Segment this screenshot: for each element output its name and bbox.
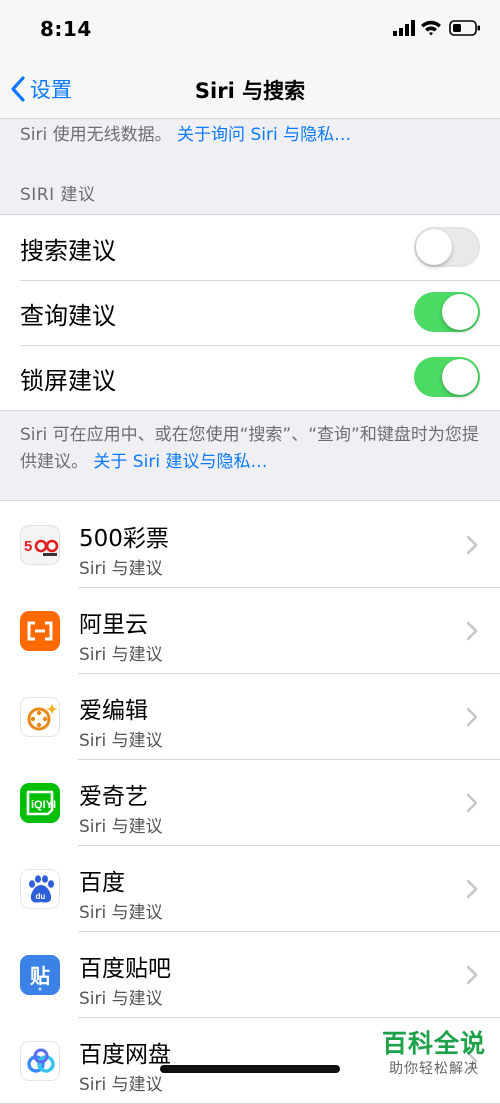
app-list: 5 500彩票 Siri 与建议 阿里云 Siri 与建议 爱编辑 Siri 与… bbox=[0, 500, 500, 1104]
search-suggestions-row[interactable]: 搜索建议 bbox=[0, 215, 500, 280]
app-row-iqiyi[interactable]: iQIYI 爱奇艺 Siri 与建议 bbox=[0, 759, 500, 845]
iqiyi-icon: iQIYI bbox=[20, 783, 60, 823]
search-suggestions-label: 搜索建议 bbox=[20, 237, 116, 265]
app-name: 百度 bbox=[79, 870, 125, 896]
app-name: 阿里云 bbox=[79, 612, 148, 638]
aliyun-icon bbox=[20, 611, 60, 651]
app-subtitle: Siri 与建议 bbox=[79, 817, 163, 837]
app-subtitle: Siri 与建议 bbox=[79, 903, 163, 923]
watermark-title: 百科全说 bbox=[381, 1029, 486, 1058]
query-suggestions-label: 查询建议 bbox=[20, 302, 116, 330]
query-suggestions-row[interactable]: 查询建议 bbox=[0, 280, 500, 345]
toggle-knob bbox=[442, 294, 478, 330]
watermark-subtitle: 助你轻松解决 bbox=[388, 1061, 479, 1077]
app-subtitle: Siri 与建议 bbox=[79, 989, 163, 1009]
baidu-tieba-icon: 贴 bbox=[20, 955, 60, 995]
chevron-right-icon bbox=[466, 965, 478, 985]
cellular-signal-icon bbox=[393, 20, 415, 36]
battery-icon bbox=[449, 20, 480, 36]
page-title: Siri 与搜索 bbox=[194, 79, 306, 103]
wireless-data-text: Siri 使用无线数据。 bbox=[20, 125, 172, 145]
chevron-right-icon bbox=[466, 535, 478, 555]
app-row-ai-bianji[interactable]: 爱编辑 Siri 与建议 bbox=[0, 673, 500, 759]
app-name: 500彩票 bbox=[79, 526, 169, 552]
app-name: 百度贴吧 bbox=[79, 956, 171, 982]
app-name: 百度网盘 bbox=[79, 1042, 171, 1068]
watermark: 百科全说 助你轻松解决 bbox=[382, 1024, 486, 1078]
navigation-bar: 设置 Siri 与搜索 bbox=[0, 62, 500, 119]
baidu-netdisk-icon bbox=[20, 1041, 60, 1081]
siri-privacy-link[interactable]: 关于询问 Siri 与隐私… bbox=[177, 125, 351, 145]
lockscreen-suggestions-row[interactable]: 锁屏建议 bbox=[0, 345, 500, 410]
lockscreen-suggestions-toggle[interactable] bbox=[414, 357, 480, 397]
app-name: 爱编辑 bbox=[79, 698, 148, 724]
svg-text:贴: 贴 bbox=[30, 964, 50, 988]
app-subtitle: Siri 与建议 bbox=[79, 1075, 163, 1095]
svg-text:iQIYI: iQIYI bbox=[31, 799, 56, 811]
wifi-icon bbox=[421, 20, 441, 36]
app-row-baidu[interactable]: du 百度 Siri 与建议 bbox=[0, 845, 500, 931]
app-row-aliyun[interactable]: 阿里云 Siri 与建议 bbox=[0, 587, 500, 673]
baidu-icon: du bbox=[20, 869, 60, 909]
wireless-data-note: Siri 使用无线数据。 关于询问 Siri 与隐私… bbox=[20, 120, 351, 145]
chevron-right-icon bbox=[466, 793, 478, 813]
siri-suggestions-group: 搜索建议 查询建议 锁屏建议 bbox=[0, 214, 500, 411]
app-name: 爱奇艺 bbox=[79, 784, 148, 810]
app-row-baidu-tieba[interactable]: 贴 百度贴吧 Siri 与建议 bbox=[0, 931, 500, 1017]
suggestions-footer-note: Siri 可在应用中、或在您使用“搜索”、“查询”和键盘时为您提供建议。 关于 … bbox=[20, 422, 480, 476]
app-row-500-lottery[interactable]: 5 500彩票 Siri 与建议 bbox=[0, 501, 500, 587]
app-subtitle: Siri 与建议 bbox=[79, 731, 163, 751]
query-suggestions-toggle[interactable] bbox=[414, 292, 480, 332]
home-indicator[interactable] bbox=[160, 1065, 340, 1073]
ai-bianji-icon bbox=[20, 697, 60, 737]
toggle-knob bbox=[442, 359, 478, 395]
section-header-siri-suggestions: SIRI 建议 bbox=[20, 185, 96, 205]
siri-suggestions-privacy-link[interactable]: 关于 Siri 建议与隐私… bbox=[93, 452, 267, 472]
chevron-right-icon bbox=[466, 879, 478, 899]
lottery-500-icon: 5 bbox=[20, 525, 60, 565]
chevron-right-icon bbox=[466, 621, 478, 641]
chevron-right-icon bbox=[466, 707, 478, 727]
status-time: 8:14 bbox=[40, 17, 92, 41]
search-suggestions-toggle[interactable] bbox=[414, 227, 480, 267]
app-subtitle: Siri 与建议 bbox=[79, 645, 163, 665]
lockscreen-suggestions-label: 锁屏建议 bbox=[20, 367, 116, 395]
svg-text:du: du bbox=[36, 892, 46, 901]
status-bar: 8:14 bbox=[0, 0, 500, 62]
svg-text:5: 5 bbox=[24, 538, 32, 555]
toggle-knob bbox=[416, 229, 452, 265]
app-subtitle: Siri 与建议 bbox=[79, 559, 163, 579]
